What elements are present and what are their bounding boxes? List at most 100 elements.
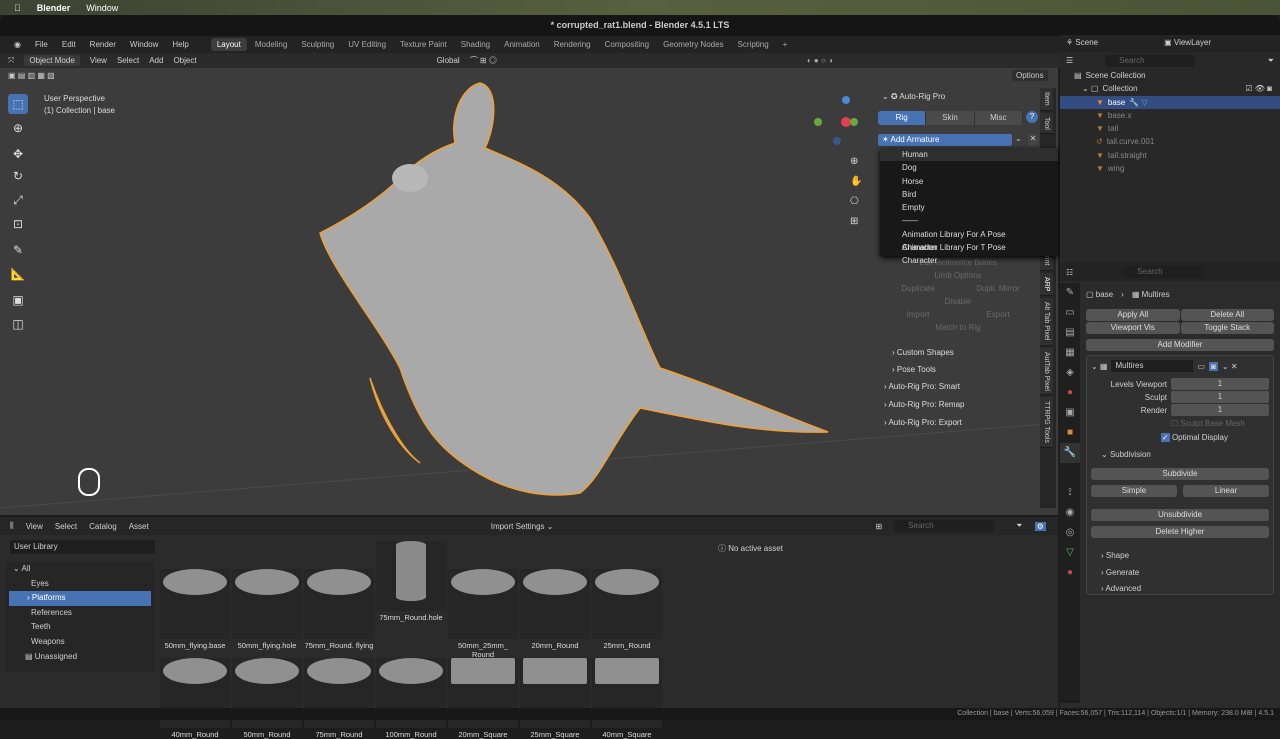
- add-modifier-button[interactable]: Add Modifier: [1086, 339, 1274, 351]
- menu-help[interactable]: Help: [166, 38, 194, 51]
- library-select[interactable]: User Library: [10, 540, 155, 554]
- tab-ttrpg-tools[interactable]: TTRPG Tools: [1040, 397, 1053, 449]
- menu-item-dog[interactable]: Dog: [880, 161, 1058, 174]
- tab-sculpting[interactable]: Sculpting: [295, 38, 340, 51]
- tab-animation[interactable]: Animation: [498, 38, 546, 51]
- collapse-icon[interactable]: ⌄ ▦: [1091, 362, 1107, 371]
- tab-shading[interactable]: Shading: [455, 38, 496, 51]
- menu-item-anim-lib-t-pose[interactable]: Animation Library For T Pose Character: [880, 241, 1058, 265]
- outliner-item-tail-curve[interactable]: ↺ tail.curve.001: [1074, 135, 1280, 148]
- mode-select[interactable]: Object Mode: [24, 55, 80, 66]
- modifier-name-input[interactable]: Multires: [1111, 360, 1194, 372]
- window-menu[interactable]: Window: [86, 3, 118, 13]
- filter-icon[interactable]: ⏷: [1268, 56, 1274, 66]
- apple-icon[interactable]: : [14, 3, 21, 13]
- catalog-weapons[interactable]: Weapons: [5, 635, 155, 650]
- editor-type-icon[interactable]: ☷: [1066, 268, 1073, 277]
- add-workspace-button[interactable]: +: [777, 38, 794, 51]
- transform-orientation[interactable]: Global: [437, 56, 460, 65]
- scene-collection-row[interactable]: ▤ Scene Collection: [1074, 69, 1280, 82]
- close-icon[interactable]: ⌄ ✕: [1222, 362, 1238, 371]
- tab-icons[interactable]: ✎ ▭ ▤ ▦ ◈ ● ▣ ■ 🔧 ⟟ ◉ ◎ ▽ ●: [1060, 283, 1080, 583]
- unsubdivide-button[interactable]: Unsubdivide: [1091, 509, 1269, 521]
- menu-asset[interactable]: Asset: [129, 522, 149, 531]
- tab-scripting[interactable]: Scripting: [732, 38, 775, 51]
- tab-uv-editing[interactable]: UV Editing: [342, 38, 392, 51]
- arp-remap-panel[interactable]: › Auto-Rig Pro: Remap: [884, 396, 1032, 414]
- generate-subpanel[interactable]: › Generate: [1101, 565, 1269, 582]
- display-mode-icon[interactable]: ⊞: [875, 522, 882, 531]
- close-icon[interactable]: ✕: [1028, 134, 1038, 146]
- asset-tile[interactable]: 100mm_Round: [376, 628, 446, 739]
- asset-tile[interactable]: 75mm_Round.hole: [376, 539, 446, 622]
- outliner-item-wing[interactable]: ▼ wing: [1074, 162, 1280, 175]
- help-icon[interactable]: ?: [1026, 111, 1038, 123]
- menu-render[interactable]: Render: [84, 38, 122, 51]
- subdivide-button[interactable]: Subdivide: [1091, 468, 1269, 480]
- tab-item[interactable]: Item: [1040, 88, 1053, 111]
- apply-all-button[interactable]: Apply All: [1086, 309, 1180, 321]
- linear-button[interactable]: Linear: [1183, 485, 1269, 497]
- snap-icon[interactable]: ⌒ ⊞ ◎: [470, 55, 497, 66]
- tab-compositing[interactable]: Compositing: [599, 38, 655, 51]
- viewport-vis-button[interactable]: Viewport Vis: [1086, 322, 1180, 334]
- outliner-item-base-x[interactable]: ▼ base.x: [1074, 109, 1280, 122]
- menu-file[interactable]: File: [29, 38, 54, 51]
- tab-layout[interactable]: Layout: [210, 38, 247, 51]
- editor-type-icon[interactable]: ⤧: [8, 56, 14, 66]
- arp-export-panel[interactable]: › Auto-Rig Pro: Export: [884, 414, 1032, 432]
- subdivision-subpanel[interactable]: ⌄ Subdivision: [1091, 450, 1269, 459]
- catalog-references[interactable]: References: [5, 606, 155, 621]
- chevron-down-icon[interactable]: ⌄: [1015, 134, 1025, 146]
- tab-alt-tab-pixel[interactable]: Alt Tab Pixel: [1040, 298, 1053, 346]
- outliner-search-input[interactable]: Search: [1105, 54, 1196, 67]
- tab-auttab-pixel[interactable]: AutTab Pixel: [1040, 347, 1053, 396]
- asset-tile[interactable]: 25mm_Square: [520, 628, 590, 739]
- menu-select[interactable]: Select: [55, 522, 77, 531]
- levels-viewport-field[interactable]: 1: [1171, 378, 1269, 390]
- tab-modeling[interactable]: Modeling: [249, 38, 293, 51]
- import-settings-dropdown[interactable]: Import Settings ⌄: [491, 522, 554, 531]
- asset-search-input[interactable]: Search: [894, 520, 995, 532]
- add-armature-button[interactable]: ✶ Add Armature: [878, 134, 1012, 146]
- scene-selector[interactable]: ⚘ Scene: [1066, 38, 1098, 49]
- realtime-icon[interactable]: ▭: [1197, 362, 1205, 371]
- render-field[interactable]: 1: [1171, 404, 1269, 416]
- tab-geometry-nodes[interactable]: Geometry Nodes: [657, 38, 729, 51]
- menu-view[interactable]: View: [90, 56, 107, 65]
- filter-icon[interactable]: ⏷: [1016, 521, 1022, 531]
- tab-misc[interactable]: Misc: [975, 111, 1023, 125]
- tab-skin[interactable]: Skin: [926, 111, 975, 125]
- asset-tile[interactable]: 50mm_Round: [232, 628, 302, 739]
- viewlayer-selector[interactable]: ▣ ViewLayer: [1164, 38, 1211, 49]
- tab-texture-paint[interactable]: Texture Paint: [394, 38, 453, 51]
- outliner-item-base[interactable]: ▼ base 🔧 ▽: [1060, 95, 1280, 109]
- catalog-eyes[interactable]: Eyes: [5, 577, 155, 592]
- collection-row[interactable]: ⌄ ▢ Collection ☑ 👁 ◙: [1074, 82, 1280, 95]
- delete-higher-button[interactable]: Delete Higher: [1091, 526, 1269, 538]
- menu-object[interactable]: Object: [173, 56, 196, 65]
- advanced-subpanel[interactable]: › Advanced: [1101, 581, 1269, 598]
- delete-all-button[interactable]: Delete All: [1180, 309, 1274, 321]
- menu-catalog[interactable]: Catalog: [89, 522, 117, 531]
- menu-view[interactable]: View: [26, 522, 43, 531]
- properties-search-input[interactable]: Search: [1123, 266, 1204, 278]
- outliner-item-tail[interactable]: ▼ tail: [1074, 122, 1280, 135]
- menu-select[interactable]: Select: [117, 56, 139, 65]
- app-menu[interactable]: Blender: [37, 3, 71, 13]
- catalog-all[interactable]: ⌄ All: [5, 562, 155, 577]
- asset-tile[interactable]: 20mm_Square: [448, 628, 518, 739]
- catalog-teeth[interactable]: Teeth: [5, 620, 155, 635]
- simple-button[interactable]: Simple: [1091, 485, 1177, 497]
- arp-title[interactable]: ⌄ ✪ Auto-Rig Pro: [878, 88, 1038, 105]
- render-icon[interactable]: ◙: [1209, 361, 1218, 371]
- menu-item-empty[interactable]: Empty: [880, 201, 1058, 214]
- shape-subpanel[interactable]: › Shape: [1101, 548, 1269, 565]
- optimal-display-checkbox[interactable]: ✓ Optimal Display: [1091, 433, 1269, 442]
- tab-rig[interactable]: Rig: [878, 111, 927, 125]
- toggle-stack-button[interactable]: Toggle Stack: [1180, 322, 1274, 334]
- menu-add[interactable]: Add: [149, 56, 163, 65]
- asset-tile[interactable]: 75mm_Round: [304, 628, 374, 739]
- pose-tools-subpanel[interactable]: › Pose Tools: [892, 361, 1024, 378]
- arp-smart-panel[interactable]: › Auto-Rig Pro: Smart: [884, 378, 1032, 396]
